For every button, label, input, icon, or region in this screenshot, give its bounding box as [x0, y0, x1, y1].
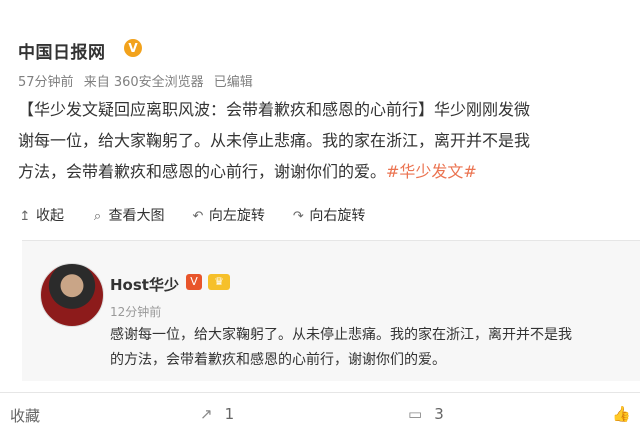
- collapse-button[interactable]: ↥ 收起: [18, 205, 64, 225]
- rotate-right-icon: ↷: [292, 209, 304, 224]
- post-time[interactable]: 57分钟前: [18, 75, 74, 90]
- edited-label[interactable]: 已编辑: [214, 75, 253, 90]
- post-meta: 57分钟前 来自 360安全浏览器 已编辑: [18, 71, 259, 90]
- post-text: 【华少发文疑回应离职风波：会带着歉疚和感恩的心前行】华少刚刚发微 谢每一位，给大…: [18, 94, 640, 187]
- rotate-right-label: 向右旋转: [309, 208, 366, 224]
- share-icon: ↗: [200, 405, 213, 423]
- post-card: 中国日报网 V 57分钟前 来自 360安全浏览器 已编辑 【华少发文疑回应离职…: [0, 0, 640, 200]
- repost-text-line-2: 的方法，会带着歉疚和感恩的心前行，谢谢你们的爱。: [110, 352, 446, 368]
- share-count: 1: [224, 405, 235, 423]
- collapse-label: 收起: [36, 208, 64, 224]
- repost-text-line-1: 感谢每一位，给大家鞠躬了。从未停止悲痛。我的家在浙江，离开并不是我: [110, 327, 572, 343]
- rotate-right-button[interactable]: ↷ 向右旋转: [291, 205, 365, 225]
- share-button[interactable]: ↗ 1: [200, 405, 234, 423]
- post-text-line-1: 【华少发文疑回应离职风波：会带着歉疚和感恩的心前行】华少刚刚发微: [18, 100, 531, 119]
- post-text-line-3: 方法，会带着歉疚和感恩的心前行，谢谢你们的爱。#华少发文#: [18, 156, 640, 187]
- like-icon: 👍: [612, 405, 631, 423]
- author-name[interactable]: 中国日报网: [18, 38, 106, 63]
- view-large-label: 查看大图: [108, 208, 165, 224]
- repost-time: 12分钟前: [110, 305, 162, 319]
- rotate-left-icon: ↶: [192, 209, 204, 224]
- embedded-post-image[interactable]: Host华少 V ♛ 12分钟前 感谢每一位，给大家鞠躬了。从未停止悲痛。我的家…: [22, 240, 640, 381]
- hashtag-link[interactable]: #华少发文#: [386, 162, 477, 181]
- repost-text: 感谢每一位，给大家鞠躬了。从未停止悲痛。我的家在浙江，离开并不是我 的方法，会带…: [110, 323, 640, 373]
- verified-icon: V: [186, 274, 202, 290]
- post-source[interactable]: 来自 360安全浏览器: [84, 75, 204, 90]
- rotate-left-label: 向左旋转: [208, 208, 265, 224]
- image-toolbar: ↥ 收起 ⌕ 查看大图 ↶ 向左旋转 ↷ 向右旋转: [18, 205, 387, 229]
- rotate-left-button[interactable]: ↶ 向左旋转: [191, 205, 265, 225]
- verified-icon: V: [124, 39, 142, 57]
- comment-button[interactable]: ▭ 3: [408, 405, 444, 423]
- repost-author-name[interactable]: Host华少: [110, 274, 179, 295]
- like-button[interactable]: 👍: [612, 405, 640, 423]
- favorite-button[interactable]: 收藏: [10, 405, 40, 426]
- view-large-button[interactable]: ⌕ 查看大图: [90, 205, 165, 225]
- member-badge-icon: ♛: [208, 274, 230, 290]
- action-bar: 收藏 ↗ 1 ▭ 3 👍: [0, 392, 640, 427]
- comment-count: 3: [434, 405, 444, 423]
- search-icon: ⌕: [93, 209, 102, 224]
- comment-icon: ▭: [408, 405, 423, 423]
- collapse-icon: ↥: [19, 209, 31, 224]
- avatar[interactable]: [40, 263, 104, 327]
- post-text-line-3-body: 方法，会带着歉疚和感恩的心前行，谢谢你们的爱。: [18, 162, 387, 181]
- post-text-line-2: 谢每一位，给大家鞠躬了。从未停止悲痛。我的家在浙江，离开并不是我: [18, 131, 531, 150]
